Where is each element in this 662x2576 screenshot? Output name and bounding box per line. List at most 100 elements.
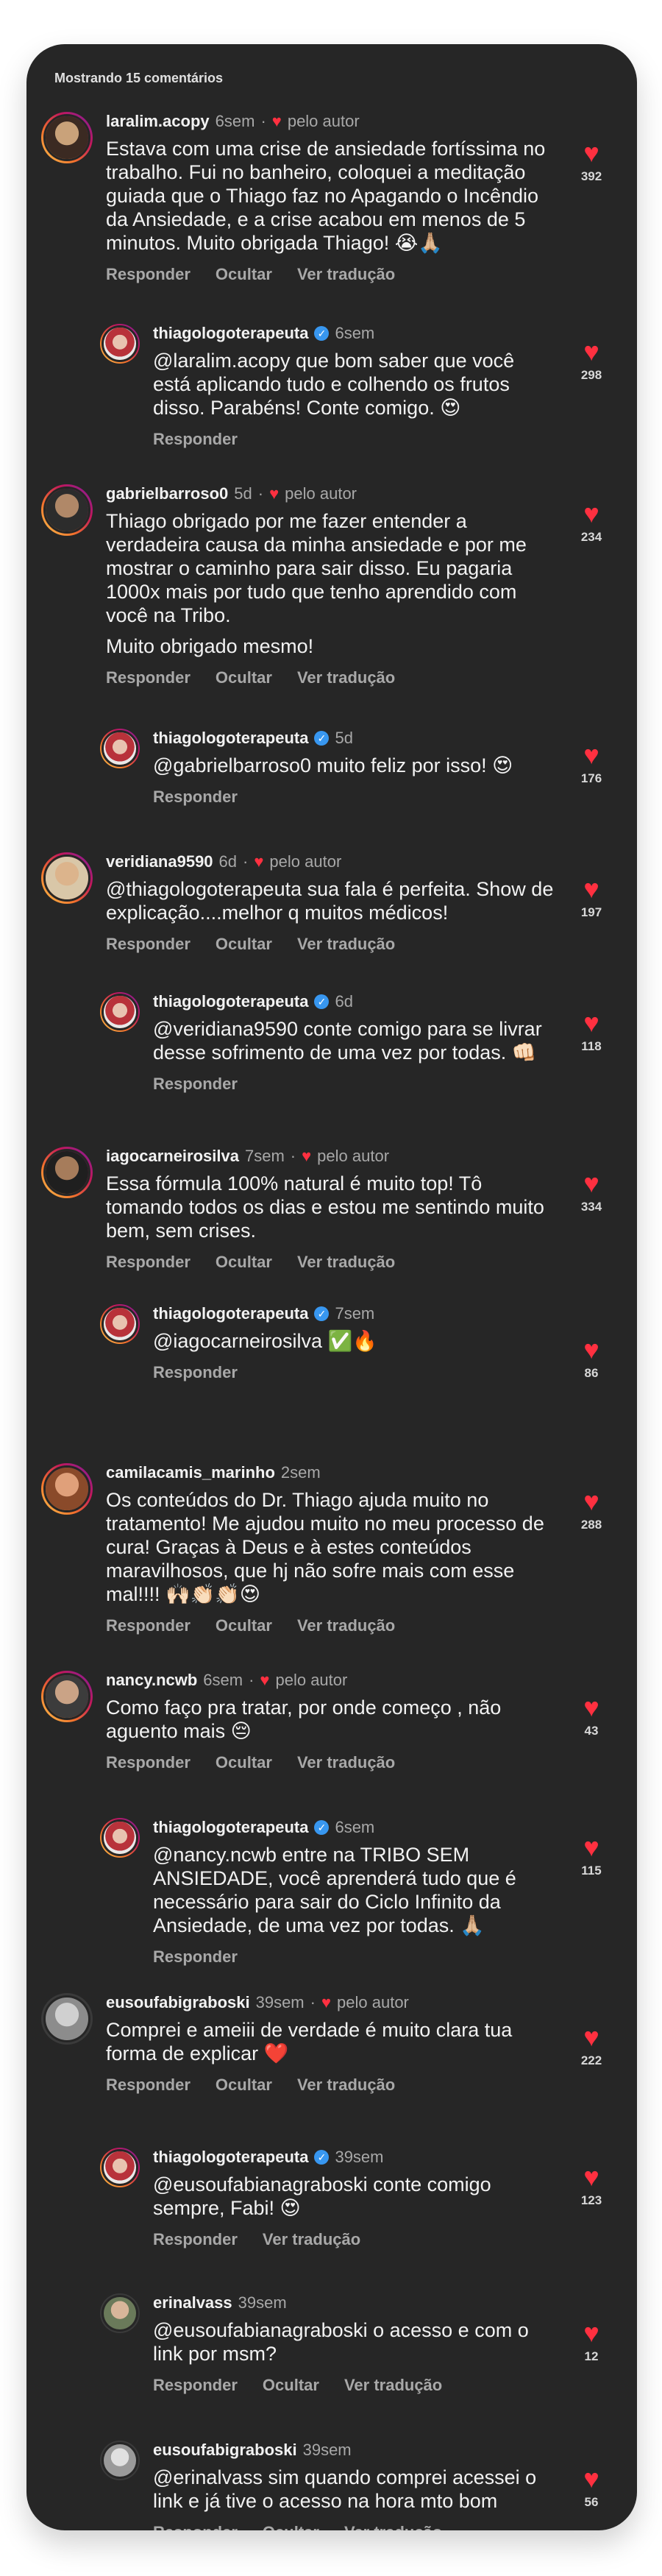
reply-button[interactable]: Responder [106,935,191,954]
reply-button[interactable]: Responder [106,1253,191,1272]
comment-text: Thiago obrigado por me fazer entender a … [106,509,555,658]
avatar[interactable] [100,729,140,768]
comment-text: Essa fórmula 100% natural é muito top! T… [106,1172,555,1242]
see-translation-button[interactable]: Ver tradução [344,2523,442,2530]
see-translation-button[interactable]: Ver tradução [297,2076,395,2095]
username-link[interactable]: veridiana9590 [106,852,213,871]
like-button[interactable]: ♥ 176 [569,742,613,786]
like-button[interactable]: ♥ 298 [569,339,613,383]
comment-meta: eusoufabigraboski 39sem [153,2441,543,2460]
like-button[interactable]: ♥ 334 [569,1170,613,1214]
reply-button[interactable]: Responder [106,1616,191,1635]
hide-button[interactable]: Ocultar [216,2076,272,2095]
comment-body: eusoufabigraboski 39sem @erinalvass sim qu… [153,2441,543,2530]
see-translation-button[interactable]: Ver tradução [297,668,395,687]
comment-paragraph: @gabrielbarroso0 muito feliz por isso! 😍 [153,754,513,776]
reply-button[interactable]: Responder [106,1753,191,1772]
reply-button[interactable]: Responder [153,2230,238,2249]
hide-button[interactable]: Ocultar [216,668,272,687]
like-button[interactable]: ♥ 392 [569,140,613,184]
hide-button[interactable]: Ocultar [216,1616,272,1635]
like-count: 43 [584,1724,599,1738]
reply-button[interactable]: Responder [153,1363,238,1382]
avatar[interactable] [100,992,140,1032]
reply-button[interactable]: Responder [153,788,238,807]
reply-button[interactable]: Responder [153,1075,238,1094]
like-button[interactable]: ♥ 197 [569,876,613,920]
comment-meta: thiagologoterapeuta ✓ 39sem [153,2148,543,2167]
like-count: 222 [580,2053,602,2067]
like-button[interactable]: ♥ 222 [569,2024,613,2068]
like-button[interactable]: ♥ 123 [569,2164,613,2208]
like-button[interactable]: ♥ 288 [569,1488,613,1532]
hide-button[interactable]: Ocultar [216,1753,272,1772]
comment-meta: eusoufabigraboski 39sem · ♥ pelo autor [106,1993,555,2012]
hide-button[interactable]: Ocultar [216,265,272,284]
comment-timestamp: 39sem [255,1993,305,2011]
avatar[interactable] [100,2148,140,2187]
comment-paragraph: Muito obrigado mesmo! [106,635,314,657]
like-button[interactable]: ♥ 86 [569,1337,613,1381]
username-link[interactable]: thiagologoterapeuta [153,992,308,1011]
like-button[interactable]: ♥ 234 [569,500,613,545]
see-translation-button[interactable]: Ver tradução [297,1616,395,1635]
avatar[interactable] [100,1818,140,1858]
avatar[interactable] [41,1463,93,1515]
avatar[interactable] [100,1304,140,1344]
like-button[interactable]: ♥ 56 [569,2466,613,2510]
reply-button[interactable]: Responder [153,2376,238,2395]
avatar[interactable] [41,1993,93,2045]
like-button[interactable]: ♥ 43 [569,1694,613,1738]
avatar[interactable] [41,852,93,904]
comment-body: erinalvass 39sem @eusoufabianagraboski o a… [153,2293,543,2395]
hide-button[interactable]: Ocultar [263,2376,319,2395]
comment-meta: camilacamis_marinho 2sem [106,1463,555,1482]
avatar[interactable] [100,324,140,364]
username-link[interactable]: thiagologoterapeuta [153,1818,308,1837]
avatar[interactable] [41,112,93,163]
username-link[interactable]: eusoufabigraboski [153,2441,297,2460]
hide-button[interactable]: Ocultar [216,935,272,954]
reply-button[interactable]: Responder [106,2076,191,2095]
avatar[interactable] [100,2293,140,2333]
see-translation-button[interactable]: Ver tradução [344,2376,442,2395]
reply-button[interactable]: Responder [153,2523,238,2530]
username-link[interactable]: erinalvass [153,2293,232,2313]
avatar[interactable] [41,484,93,536]
avatar[interactable] [100,2441,140,2480]
comment-meta: gabrielbarroso0 5d · ♥ pelo autor [106,484,555,503]
username-link[interactable]: eusoufabigraboski [106,1993,250,2012]
username-link[interactable]: thiagologoterapeuta [153,324,308,343]
username-link[interactable]: camilacamis_marinho [106,1463,275,1482]
avatar[interactable] [41,1147,93,1198]
comment-text: @veridiana9590 conte comigo para se livr… [153,1017,543,1064]
hide-button[interactable]: Ocultar [263,2523,319,2530]
see-translation-button[interactable]: Ver tradução [297,1753,395,1772]
liked-by-author-label: pelo autor [287,112,360,130]
username-link[interactable]: laralim.acopy [106,112,210,131]
comment-paragraph: @eusoufabianagraboski conte comigo sempr… [153,2173,491,2219]
username-link[interactable]: thiagologoterapeuta [153,729,308,748]
username-link[interactable]: gabrielbarroso0 [106,484,228,503]
reply-button[interactable]: Responder [153,1947,238,1967]
like-button[interactable]: ♥ 115 [569,1834,613,1878]
reply-button[interactable]: Responder [106,265,191,284]
like-button[interactable]: ♥ 118 [569,1010,613,1054]
username-link[interactable]: iagocarneirosilva [106,1147,239,1166]
comment-actions: Responder [153,430,543,449]
username-link[interactable]: thiagologoterapeuta [153,2148,308,2167]
like-count: 288 [580,1518,602,1532]
see-translation-button[interactable]: Ver tradução [297,1253,395,1272]
comment-meta: laralim.acopy 6sem · ♥ pelo autor [106,112,555,131]
reply-button[interactable]: Responder [153,430,238,449]
hide-button[interactable]: Ocultar [216,1253,272,1272]
reply-button[interactable]: Responder [106,668,191,687]
separator-dot: · [257,484,264,503]
see-translation-button[interactable]: Ver tradução [297,935,395,954]
username-link[interactable]: thiagologoterapeuta [153,1304,308,1323]
see-translation-button[interactable]: Ver tradução [297,265,395,284]
username-link[interactable]: nancy.ncwb [106,1671,197,1690]
see-translation-button[interactable]: Ver tradução [263,2230,360,2249]
avatar[interactable] [41,1671,93,1722]
like-button[interactable]: ♥ 12 [569,2320,613,2364]
